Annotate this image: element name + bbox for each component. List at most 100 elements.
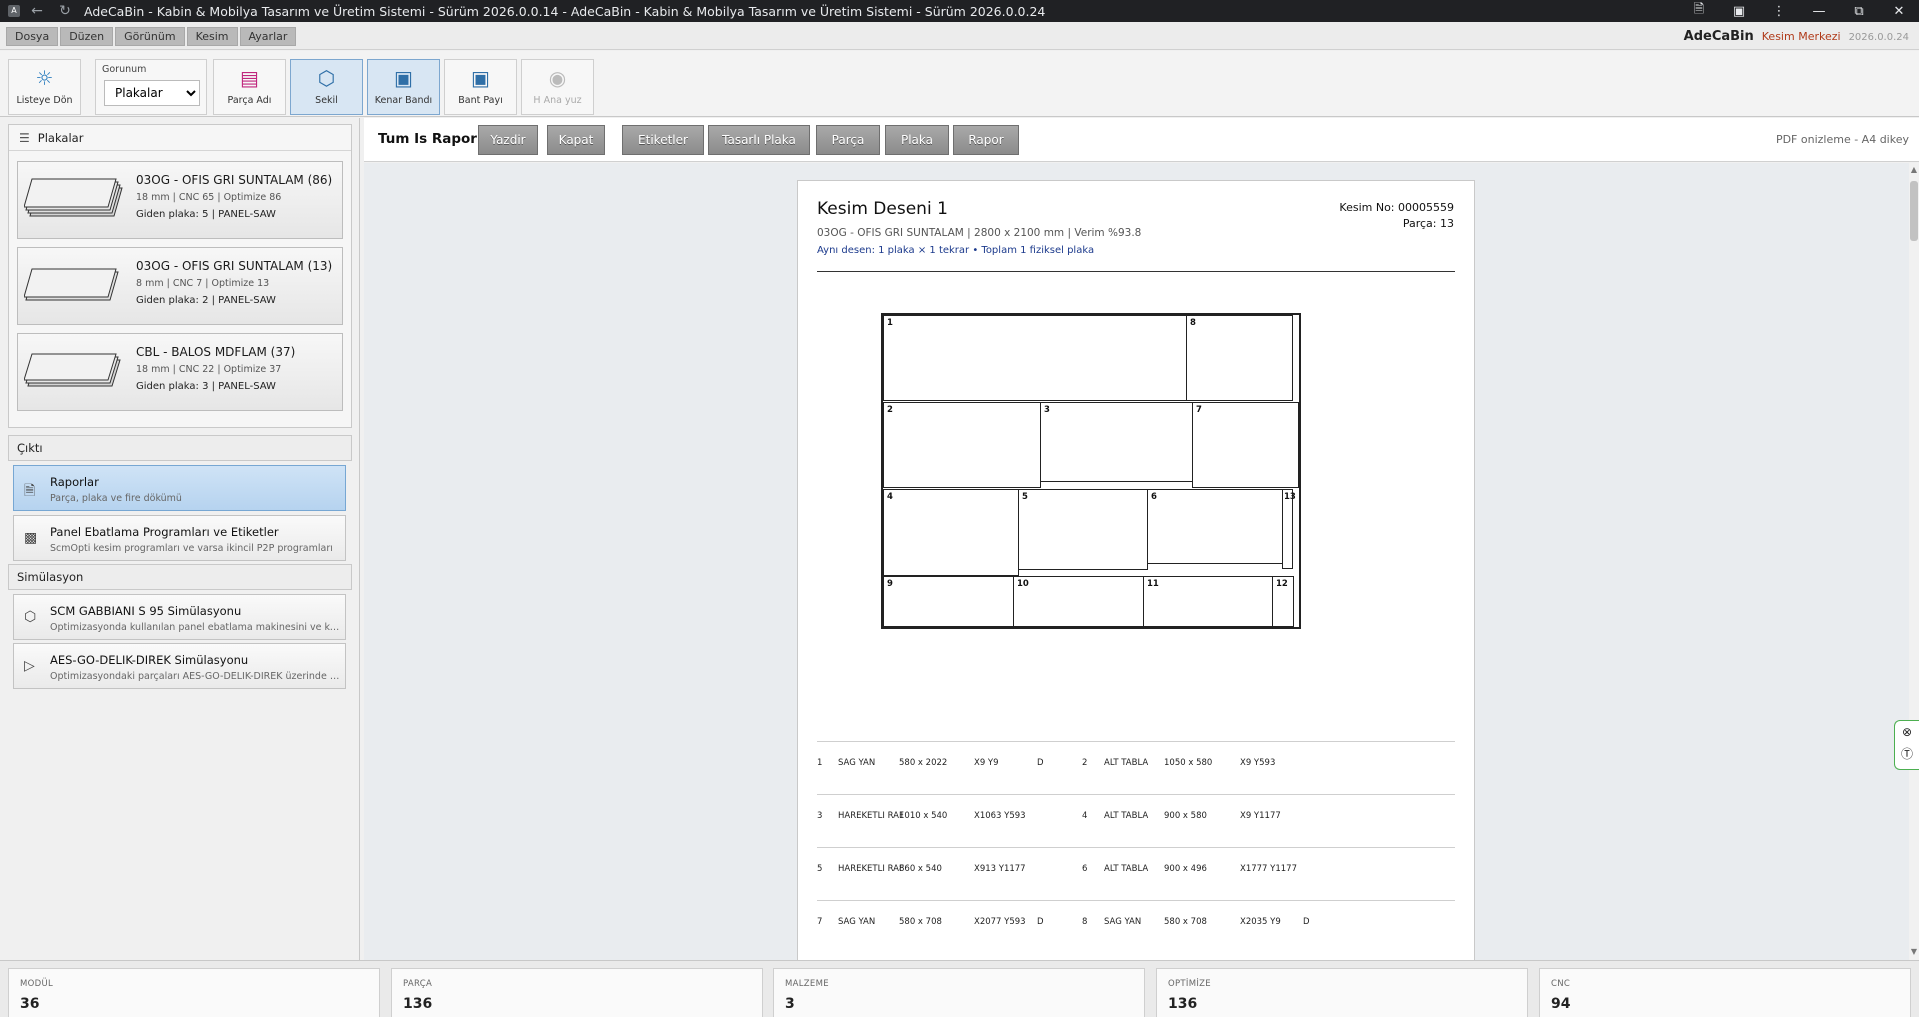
board-part: 8: [1186, 315, 1293, 401]
row-separator: [817, 900, 1455, 901]
table-row: 3 HAREKETLI RAF 1010 x 540 X1063 Y593 4 …: [817, 794, 1455, 847]
part-number: 8: [1190, 318, 1196, 328]
row-separator: [817, 741, 1455, 742]
cut-number: Kesim No: 00005559: [1339, 201, 1454, 214]
restore-icon[interactable]: ⧉: [1839, 4, 1879, 19]
reload-icon[interactable]: ↻: [54, 0, 76, 22]
menu-dosya[interactable]: Dosya: [6, 27, 59, 46]
labels-button[interactable]: Etiketler: [622, 125, 704, 155]
view-group: Gorunum Plakalar: [95, 59, 207, 115]
part-number: 12: [1276, 579, 1288, 589]
part-name: ALT TABLA: [1104, 864, 1149, 874]
menu-duzen[interactable]: Düzen: [60, 27, 114, 46]
reports-option[interactable]: 🗎 Raporlar Parça, plaka ve fire dökümü: [13, 465, 346, 511]
toolbar: ☼ Listeye Dön Gorunum Plakalar ▤ Parça A…: [0, 51, 1919, 117]
menu-ayarlar[interactable]: Ayarlar: [239, 27, 297, 46]
preview-scrollbar[interactable]: ▲ ▼: [1909, 163, 1919, 960]
scroll-up-icon[interactable]: ▲: [1909, 165, 1919, 174]
stat-value: 3: [785, 996, 795, 1012]
shape-label: Sekil: [315, 95, 338, 106]
close-report-button[interactable]: Kapat: [547, 125, 605, 155]
part-position: X9 Y1177: [1240, 811, 1281, 821]
board-part: 2: [883, 402, 1041, 488]
band-allowance-button[interactable]: ▣ Bant Payı: [444, 59, 517, 115]
part-number: 11: [1147, 579, 1159, 589]
part-size: 1050 x 580: [1164, 758, 1213, 768]
stat-value: 36: [20, 996, 40, 1012]
close-circle-icon[interactable]: ⊗: [1895, 721, 1919, 743]
panel-programs-option[interactable]: ▩ Panel Ebatlama Programları ve Etiketle…: [13, 515, 346, 561]
part-name: HAREKETLI RAF: [838, 864, 904, 874]
part-position: X9 Y593: [1240, 758, 1276, 768]
main-face-button[interactable]: ◉ H Ana yuz: [521, 59, 594, 115]
title-bar: A ← ↻ AdeCaBin - Kabin & Mobilya Tasarım…: [0, 0, 1919, 22]
part-number: 9: [887, 579, 893, 589]
sheet-stack-icon: [24, 178, 123, 217]
board-part: 12: [1272, 576, 1294, 627]
part-edge: D: [1037, 758, 1044, 768]
part-no: 3: [817, 811, 823, 821]
part-number: 2: [887, 405, 893, 415]
scroll-thumb[interactable]: [1910, 181, 1918, 241]
brand-name: AdeCaBin: [1683, 29, 1754, 44]
stat-label: CNC: [1551, 979, 1571, 989]
scm-simulation-option[interactable]: ⬡ SCM GABBIANI S 95 Simülasyonu Optimiza…: [13, 594, 346, 640]
option-subtitle: Optimizasyonda kullanılan panel ebatlama…: [50, 622, 340, 633]
report-document-icon: 🗎: [24, 483, 36, 499]
part-size: 580 x 708: [1164, 917, 1207, 927]
sheet-meta: 8 mm | CNC 7 | Optimize 13: [136, 278, 270, 289]
sheet-card-3[interactable]: CBL - BALOS MDFLAM (37) 18 mm | CNC 22 |…: [17, 333, 343, 411]
report-button[interactable]: Rapor: [953, 125, 1019, 155]
stat-card-material: MALZEME 3: [773, 968, 1145, 1017]
sheet-name: CBL - BALOS MDFLAM (37): [136, 345, 296, 359]
part-number: 7: [1196, 405, 1202, 415]
cube-icon: ⬡: [24, 609, 37, 625]
stat-value: 136: [1168, 996, 1198, 1012]
sheet-button[interactable]: Plaka: [885, 125, 949, 155]
sheet-meta: 18 mm | CNC 22 | Optimize 37: [136, 364, 282, 375]
part-no: 4: [1082, 811, 1088, 821]
option-title: SCM GABBIANI S 95 Simülasyonu: [50, 604, 242, 618]
option-title: Raporlar: [50, 475, 99, 489]
part-number: 4: [887, 492, 893, 502]
band-allowance-icon: ▣: [471, 66, 490, 90]
aes-simulation-option[interactable]: ▷ AES-GO-DELIK-DIREK Simülasyonu Optimiz…: [13, 643, 346, 689]
brand: AdeCaBin Kesim Merkezi 2026.0.0.24: [1684, 29, 1909, 44]
pdf-preview-area[interactable]: Kesim Deseni 1 03OG - OFIS GRI SUNTALAM …: [364, 163, 1909, 960]
sheet-card-1[interactable]: 03OG - OFIS GRI SUNTALAM (86) 18 mm | CN…: [17, 161, 343, 239]
shape-button[interactable]: ⬡ Sekil: [290, 59, 363, 115]
document-icon[interactable]: 🗎: [1679, 0, 1719, 22]
part-button[interactable]: Parça: [816, 125, 880, 155]
view-select[interactable]: Plakalar: [104, 80, 200, 106]
scroll-down-icon[interactable]: ▼: [1909, 947, 1919, 956]
more-menu-icon[interactable]: ⋮: [1759, 4, 1799, 19]
layers-icon: ☰: [19, 130, 30, 145]
stat-label: OPTİMİZE: [1168, 979, 1211, 989]
main-face-label: H Ana yuz: [533, 95, 582, 106]
edge-tool-icon[interactable]: Ⓣ: [1895, 743, 1919, 765]
close-icon[interactable]: ✕: [1879, 4, 1919, 19]
part-number: 6: [1151, 492, 1157, 502]
menu-gorunum[interactable]: Görünüm: [115, 27, 185, 46]
designed-sheet-button[interactable]: Tasarlı Plaka: [708, 125, 810, 155]
stat-label: MODÜL: [20, 979, 54, 989]
part-name: SAG YAN: [838, 917, 876, 927]
minimize-icon[interactable]: —: [1799, 4, 1839, 19]
back-to-list-button[interactable]: ☼ Listeye Dön: [8, 59, 81, 115]
part-name-button[interactable]: ▤ Parça Adı: [213, 59, 286, 115]
menu-kesim[interactable]: Kesim: [186, 27, 238, 46]
board-part: 11: [1143, 576, 1273, 627]
part-size: 1010 x 540: [899, 811, 948, 821]
menu-bar: Dosya Düzen Görünüm Kesim Ayarlar AdeCaB…: [0, 22, 1919, 50]
part-name: ALT TABLA: [1104, 758, 1149, 768]
print-button[interactable]: Yazdir: [478, 125, 538, 155]
option-title: AES-GO-DELIK-DIREK Simülasyonu: [50, 653, 249, 667]
view-label: Gorunum: [102, 64, 147, 75]
sheet-card-2[interactable]: 03OG - OFIS GRI SUNTALAM (13) 8 mm | CNC…: [17, 247, 343, 325]
part-position: X1777 Y1177: [1240, 864, 1297, 874]
extension-icon[interactable]: ▣: [1719, 4, 1759, 19]
board-part: 9: [883, 576, 1014, 627]
part-name: SAG YAN: [1104, 917, 1142, 927]
back-arrow-icon[interactable]: ←: [26, 0, 48, 22]
edge-band-button[interactable]: ▣ Kenar Bandı: [367, 59, 440, 115]
